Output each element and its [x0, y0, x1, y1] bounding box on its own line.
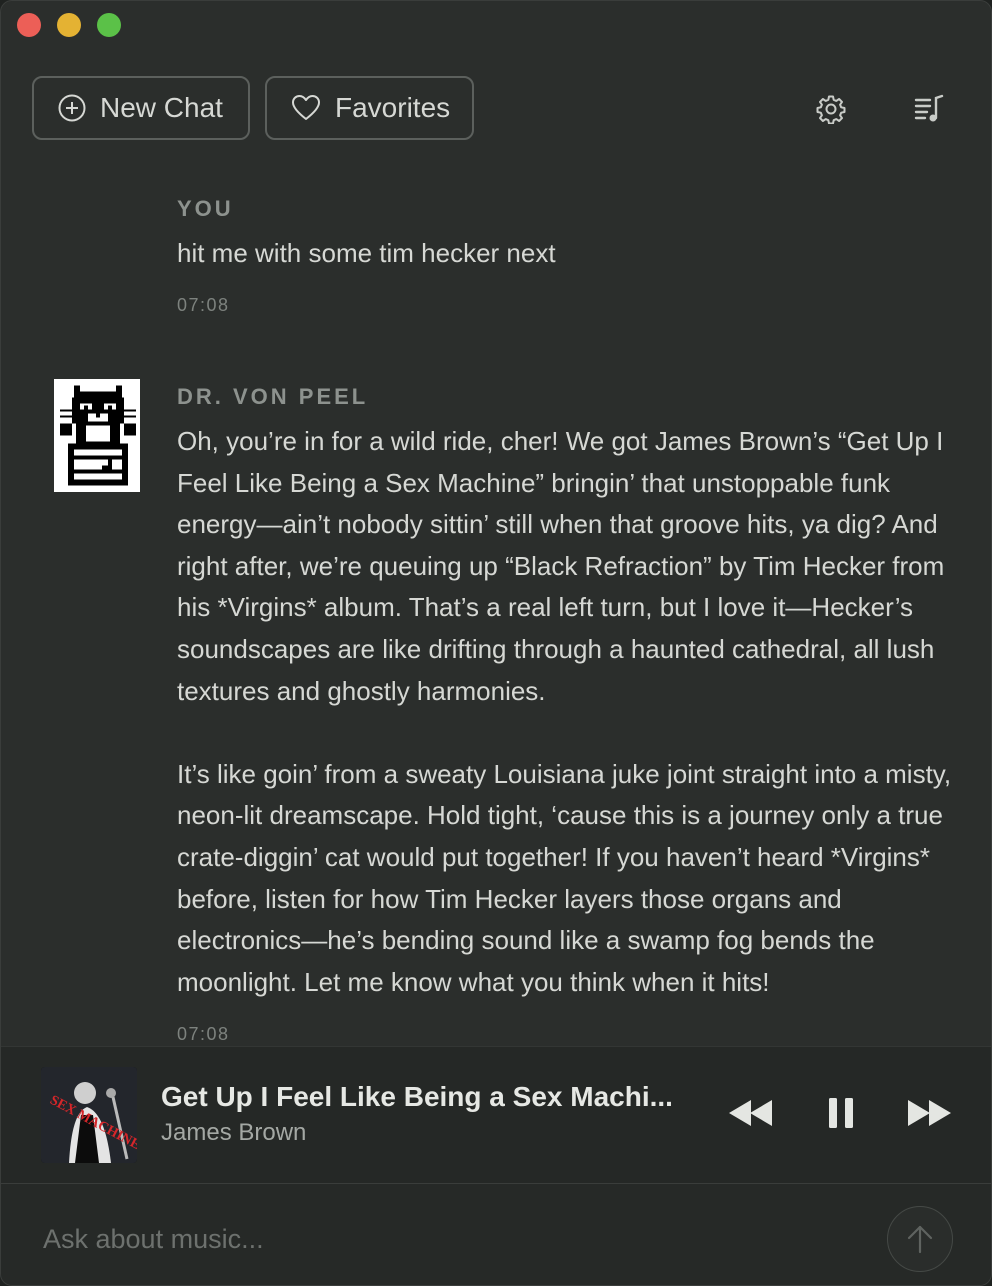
pixel-cat-avatar-icon [54, 379, 140, 492]
message-text: Oh, you’re in for a wild ride, cher! We … [177, 421, 967, 1003]
fast-forward-icon [908, 1100, 951, 1126]
window-controls [17, 13, 121, 37]
pause-button[interactable] [825, 1095, 857, 1131]
new-chat-label: New Chat [100, 92, 223, 123]
message-paragraph: It’s like goin’ from a sweaty Louisiana … [177, 758, 952, 997]
favorites-button[interactable]: Favorites [265, 76, 474, 140]
track-artist: James Brown [161, 1119, 307, 1146]
minimize-window-button[interactable] [57, 13, 81, 37]
app-window: New Chat Favorites YOU hit me with some … [0, 0, 992, 1286]
message-paragraph: Oh, you’re in for a wild ride, cher! We … [177, 426, 945, 706]
now-playing-bar: SEX MACHINE Get Up I Feel Like Being a S… [1, 1046, 991, 1183]
next-track-button[interactable] [905, 1095, 953, 1131]
bot-avatar [54, 379, 140, 492]
send-button[interactable] [887, 1206, 953, 1272]
chat-input[interactable] [41, 1220, 845, 1258]
playlist-button[interactable] [911, 91, 947, 127]
rewind-icon [729, 1100, 772, 1126]
message-timestamp: 07:08 [177, 1024, 230, 1044]
message-composer [1, 1183, 991, 1285]
new-chat-button[interactable]: New Chat [32, 76, 250, 140]
zoom-window-button[interactable] [97, 13, 121, 37]
close-window-button[interactable] [17, 13, 41, 37]
favorites-label: Favorites [335, 92, 451, 123]
pause-icon [829, 1098, 853, 1128]
gear-icon [816, 95, 846, 124]
plus-circle-icon [58, 94, 86, 122]
message-sender: YOU [177, 196, 234, 221]
previous-track-button[interactable] [727, 1095, 775, 1131]
heart-icon [292, 95, 320, 120]
playlist-music-icon [914, 94, 944, 122]
message-sender: DR. VON PEEL [177, 384, 369, 409]
settings-button[interactable] [813, 91, 849, 127]
track-title: Get Up I Feel Like Being a Sex Machi... [161, 1081, 673, 1112]
message-text: hit me with some tim hecker next [177, 238, 556, 268]
album-art[interactable]: SEX MACHINE [41, 1067, 137, 1163]
arrow-up-icon [907, 1225, 933, 1254]
message-timestamp: 07:08 [177, 295, 230, 315]
album-cover-image: SEX MACHINE [41, 1067, 137, 1163]
